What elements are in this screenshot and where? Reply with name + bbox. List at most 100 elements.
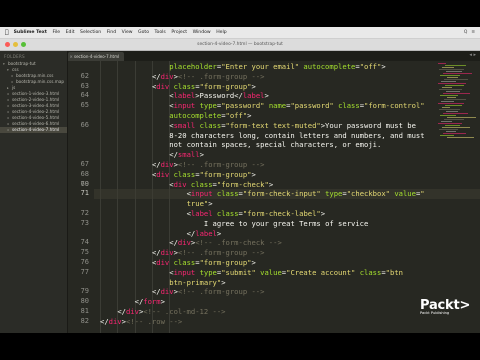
code-token: "form-group" [199, 169, 252, 179]
code-line[interactable]: autocomplete="off"> [169, 111, 251, 121]
code-token: input [190, 189, 213, 199]
code-line[interactable]: <input type="password" name="password" c… [169, 101, 424, 111]
code-line[interactable]: </small> [169, 150, 204, 160]
code-token: </ [186, 228, 196, 238]
code-line[interactable]: </div><!-- .form-group --> [152, 72, 265, 82]
menu-help[interactable]: Help [216, 30, 226, 35]
menu-file[interactable]: File [52, 30, 60, 35]
minimap-line [439, 69, 464, 71]
code-line[interactable]: placeholder="Enter your email" autocompl… [169, 62, 385, 72]
minimap-line [438, 63, 446, 65]
code-token: div [125, 307, 139, 316]
minimap-line [445, 105, 462, 107]
minimap-line [444, 99, 466, 101]
code-line[interactable]: <div class="form-group"> [152, 258, 256, 268]
minimap-line [442, 67, 454, 69]
code-token: "form-text text-muted" [225, 120, 321, 130]
menu-app-name[interactable]: Sublime Text [14, 30, 47, 35]
code-line[interactable]: </div><!-- .form-group --> [152, 248, 265, 258]
code-token: form [143, 297, 161, 307]
minimap-line [445, 85, 464, 87]
code-line[interactable]: true"> [187, 199, 213, 209]
sidebar-heading: FOLDERS [4, 54, 25, 59]
code-token: > [160, 297, 165, 307]
menu-view[interactable]: View [122, 30, 133, 35]
code-token: >Password</ [195, 91, 243, 101]
minimap-line [440, 75, 460, 77]
menu-icon[interactable]: ≡ [471, 30, 475, 35]
menu-goto[interactable]: Goto [138, 30, 149, 35]
code-line[interactable]: </div><!-- .row --> [100, 317, 182, 327]
code-line[interactable]: </div><!-- .form-group --> [152, 160, 265, 170]
code-line[interactable]: <label>Password</label> [169, 91, 269, 101]
code-line[interactable]: </form> [135, 297, 165, 307]
code-token: </ [117, 307, 126, 316]
line-number: 80 [80, 297, 89, 306]
code-token: > [251, 258, 256, 267]
menu-window[interactable]: Window [193, 30, 211, 35]
tab-nav-arrows[interactable]: ◂ ▸ [469, 52, 476, 58]
menu-tools[interactable]: Tools [155, 30, 166, 35]
sidebar-item[interactable]: ▫ section-4-video-7.html [0, 127, 67, 133]
code-line[interactable]: <div class="form-check"> [169, 180, 273, 190]
code-token: small [173, 120, 196, 130]
minimap-line [442, 127, 470, 129]
minimap-line [441, 101, 454, 103]
code-line[interactable]: </label> [187, 229, 222, 239]
minimap[interactable] [438, 63, 476, 141]
code-token: placeholder [169, 62, 217, 71]
code-token: div [160, 71, 174, 81]
close-icon[interactable]: × [70, 54, 73, 59]
minimap-line [440, 95, 458, 97]
code-token: label [190, 209, 213, 218]
code-token: div [156, 258, 170, 267]
code-token: input [173, 101, 196, 111]
line-number: 75 [80, 248, 89, 257]
code-line[interactable]: btn-primary"> [169, 278, 225, 288]
code-token: > [381, 62, 386, 71]
code-token: > [251, 81, 256, 91]
tab-strip: × section-4-video-7.html ◂ ▸ [68, 51, 480, 61]
search-icon[interactable]: Q [464, 30, 467, 35]
code-line[interactable]: <input type="submit" value="Create accou… [169, 268, 403, 278]
line-number: 82 [80, 316, 89, 325]
code-line[interactable]: not contain spaces, special characters, … [169, 140, 381, 150]
tab-active-file[interactable]: × section-4-video-7.html [68, 52, 124, 61]
minimap-line [447, 117, 476, 119]
code-editor[interactable]: 62 63 64 65 66 67 68 69 70 72 73 74 75 76 77 79 80 81 82 71… [68, 61, 480, 333]
code-line[interactable]: </div><!-- .form-group --> [152, 287, 265, 297]
menu-selection[interactable]: Selection [80, 30, 101, 35]
line-number: 73 [80, 218, 89, 227]
minimap-line [442, 87, 452, 89]
apple-icon[interactable]:  [5, 29, 9, 36]
code-line[interactable]: </div><!-- .col-md-12 --> [117, 307, 225, 317]
code-token: "off" [359, 62, 382, 71]
code-token: "password" [290, 101, 334, 111]
code-token: >Your password must be [320, 120, 416, 130]
minimap-line [443, 113, 468, 115]
code-line[interactable]: <div class="form-group"> [152, 82, 256, 92]
minimap-line [447, 137, 474, 139]
line-number: 68 [80, 169, 89, 178]
code-line[interactable]: <input class="form-check-input" type="ch… [187, 189, 425, 199]
code-line[interactable]: 8-20 characters long, contain letters an… [169, 131, 424, 141]
code-line[interactable]: </div><!-- .form-check --> [169, 238, 282, 248]
sublime-window:  Sublime Text File Edit Selection Find … [0, 27, 480, 333]
code-line[interactable]: <div class="form-group"> [152, 170, 256, 180]
code-line[interactable]: <label class="form-check-label"> [187, 209, 325, 219]
minimap-line [441, 121, 452, 123]
menu-edit[interactable]: Edit [66, 30, 75, 35]
code-token: I agree to your great Terms of service [203, 218, 369, 228]
code-token: <!-- .form-group --> [177, 248, 265, 258]
menu-project[interactable]: Project [171, 30, 187, 35]
code-line[interactable]: <small class="form-text text-muted">Your… [169, 121, 416, 131]
code-token: > [251, 169, 256, 179]
code-token: div [108, 316, 122, 326]
code-token: </ [134, 297, 144, 307]
code-token: " [420, 189, 425, 199]
code-line[interactable]: I agree to your great Terms of service [204, 219, 368, 229]
line-number: 81 [80, 307, 89, 315]
code-area[interactable]: placeholder="Enter your email" autocompl… [94, 61, 480, 333]
menu-find[interactable]: Find [107, 30, 116, 35]
minimap-line [445, 125, 460, 127]
